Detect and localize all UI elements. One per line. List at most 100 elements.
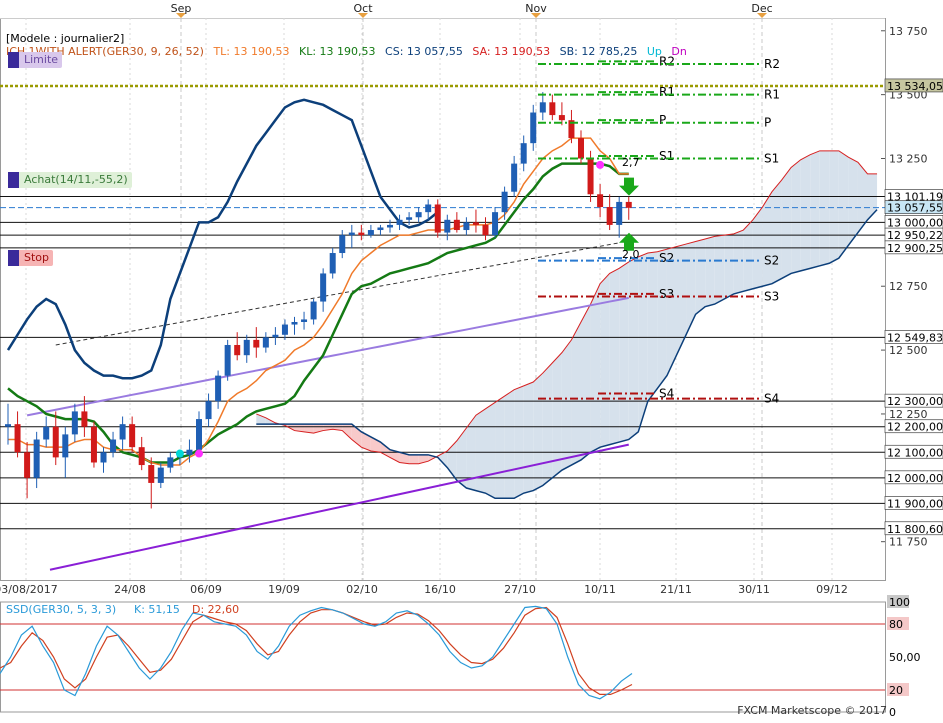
candle-body	[33, 439, 40, 478]
cloud-segment	[600, 273, 610, 448]
date-tick-label: 03/08/2017	[0, 583, 58, 596]
candle-body	[281, 324, 288, 335]
candle-body	[597, 194, 604, 208]
oscillator-panel-frame	[0, 601, 886, 713]
pivot-level-label: R2	[764, 57, 780, 71]
cloud-segment	[581, 304, 591, 460]
candle-body	[511, 163, 518, 192]
price-tick-label: 11 750	[889, 536, 928, 549]
pivot-level-label: R1	[659, 85, 675, 99]
candle-body	[243, 339, 250, 356]
cloud-segment	[686, 241, 696, 335]
cloud-segment	[838, 150, 849, 259]
candle-body	[415, 212, 422, 218]
stop-badge[interactable]: Stop	[8, 250, 54, 266]
candle-body	[625, 201, 632, 208]
oscillator-tick-label: 0	[889, 706, 896, 719]
candle-body	[616, 201, 623, 225]
cloud-segment	[695, 238, 706, 315]
pivot-level-label: R1	[764, 88, 780, 102]
up-label: Up	[646, 45, 662, 58]
chart-root: R2 R2 R1 R1 P P S1 S1 S2 S2 S3 S3 S4 S4 2,7 2,0 03/08/2…	[0, 0, 943, 720]
candle-body	[539, 102, 546, 113]
price-level-label: 12 000,00	[887, 472, 943, 485]
cloud-segment	[514, 385, 524, 499]
lower-annotation: 2,0	[622, 248, 640, 261]
cloud-segment	[781, 167, 792, 279]
candle-body	[5, 424, 11, 427]
oscillator-k-value: K: 51,15	[134, 603, 180, 616]
price-tick-label: 13 250	[889, 153, 928, 166]
candle-body	[138, 447, 145, 466]
oscillator-tick-label: 80	[889, 618, 903, 631]
cloud-segment	[810, 150, 820, 269]
date-tick-label: 27/10	[504, 583, 536, 596]
limite-badge[interactable]: Limite	[8, 52, 63, 68]
date-tick-label: 19/09	[268, 583, 300, 596]
price-level-label: 12 100,00	[887, 446, 943, 459]
candle-body	[425, 204, 432, 213]
support-trendline	[49, 443, 629, 571]
cloud-segment	[800, 154, 811, 271]
candle-body	[119, 424, 126, 440]
month-label: Dec	[751, 2, 772, 15]
cloud-segment	[533, 373, 543, 491]
candle-body	[100, 452, 107, 463]
stop-label: Stop	[24, 251, 50, 264]
cloud-segment	[666, 246, 677, 376]
candle-body	[520, 143, 527, 164]
chikou-line	[6, 98, 439, 380]
candle-body	[215, 375, 222, 402]
up-signal-dot	[175, 449, 184, 458]
price-level-label: 13 534,05	[887, 80, 943, 93]
candle-body	[444, 219, 451, 233]
pivot-level-label: P	[764, 116, 771, 130]
candle-body	[71, 411, 78, 435]
pivot-level-label: S1	[764, 152, 779, 166]
sb-value: SB: 12 785,25	[559, 45, 638, 58]
price-level-label: 11 800,60	[887, 523, 943, 536]
cloud-segment	[409, 454, 419, 464]
candle-body	[24, 452, 31, 478]
candle-body	[205, 401, 212, 420]
cloud-segment	[647, 251, 658, 402]
price-tick-label: 12 250	[889, 408, 928, 421]
candle-body	[472, 222, 479, 225]
oscillator-tick-label: 50,00	[889, 651, 921, 664]
cloud-segment	[733, 230, 744, 294]
cs-value: CS: 13 057,55	[385, 45, 463, 58]
achat-marker	[8, 172, 19, 188]
pivot-level-label: P	[659, 113, 666, 127]
achat-label: Achat(14/11,-55,2)	[24, 173, 128, 186]
candle-body	[320, 273, 327, 302]
candle-body	[291, 321, 298, 325]
cloud-segment	[772, 180, 782, 284]
tl-value: TL: 13 190,53	[213, 45, 290, 58]
cloud-segment	[791, 159, 801, 274]
candle-body	[110, 439, 117, 453]
kl-value: KL: 13 190,53	[299, 45, 376, 58]
candle-body	[157, 467, 164, 483]
candle-body	[234, 344, 241, 356]
oscillator-tick-label: 100	[889, 596, 910, 609]
cloud-segment	[743, 219, 753, 292]
limite-marker	[8, 52, 19, 68]
candle-body	[396, 219, 403, 225]
achat-badge[interactable]: Achat(14/11,-55,2)	[8, 172, 132, 188]
stop-marker	[8, 250, 19, 266]
candle-body	[301, 319, 308, 322]
chart-canvas[interactable]: R2 R2R1 R1P PS1 S1S2 S2S3 S3S4 S42,72,0 03/08/2…	[0, 0, 943, 720]
candle-body	[434, 204, 441, 233]
candle-body	[81, 411, 88, 427]
candle-body	[52, 426, 59, 458]
cloud-segment	[485, 402, 496, 499]
candle-body	[329, 253, 336, 274]
sell-arrow-icon	[619, 177, 639, 196]
pivot-level-label: S2	[764, 254, 779, 268]
dn-label: Dn	[671, 45, 687, 58]
candle-body	[367, 230, 374, 236]
candle-body	[339, 235, 346, 254]
candle-body	[62, 434, 69, 458]
candle-body	[253, 339, 260, 348]
date-tick-label: 06/09	[190, 583, 222, 596]
